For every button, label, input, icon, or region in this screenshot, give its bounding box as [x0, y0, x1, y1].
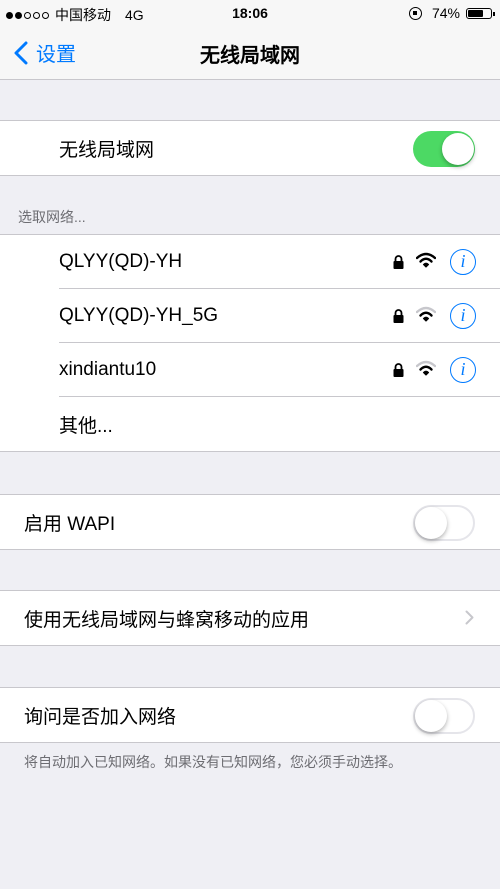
wifi-toggle-label: 无线局域网	[59, 139, 155, 161]
networks-list: QLYY(QD)-YH i QLYY(QD)-YH_5G i xindiantu…	[0, 234, 500, 452]
network-name: xindiantu10	[59, 359, 157, 380]
ask-join-group: 询问是否加入网络	[0, 687, 500, 743]
wifi-toggle-row: 无线局域网	[0, 121, 500, 175]
navigation-bar: 设置 无线局域网	[0, 26, 500, 80]
ask-join-footer: 将自动加入已知网络。如果没有已知网络，您必须手动选择。	[24, 754, 402, 770]
network-info-button[interactable]: i	[450, 303, 476, 329]
wifi-switch[interactable]	[413, 131, 475, 167]
wapi-switch[interactable]	[413, 505, 475, 541]
battery-icon	[466, 7, 495, 19]
rotation-lock-icon	[408, 6, 422, 20]
chevron-right-icon	[465, 610, 474, 625]
status-right: 74%	[408, 5, 495, 21]
apps-using-wlan-label: 使用无线局域网与蜂窝移动的应用	[24, 609, 310, 631]
lock-icon	[393, 255, 404, 269]
apps-group: 使用无线局域网与蜂窝移动的应用	[0, 590, 500, 646]
status-bar: 中国移动 4G 18:06 74%	[0, 0, 500, 26]
wapi-label: 启用 WAPI	[24, 513, 116, 535]
wapi-group: 启用 WAPI	[0, 494, 500, 550]
lock-icon	[393, 309, 404, 323]
battery-percent: 74%	[431, 5, 460, 21]
network-name: QLYY(QD)-YH_5G	[59, 305, 219, 326]
wifi-toggle-group: 无线局域网	[0, 120, 500, 176]
network-row[interactable]: QLYY(QD)-YH i	[0, 235, 500, 289]
network-info-button[interactable]: i	[450, 357, 476, 383]
network-row[interactable]: QLYY(QD)-YH_5G i	[0, 289, 500, 343]
wifi-signal-icon	[416, 252, 436, 268]
network-info-button[interactable]: i	[450, 249, 476, 275]
lock-icon	[393, 363, 404, 377]
ask-join-switch[interactable]	[413, 698, 475, 734]
other-network-row[interactable]: 其他...	[0, 397, 500, 451]
apps-using-wlan-row[interactable]: 使用无线局域网与蜂窝移动的应用	[0, 591, 500, 645]
network-name: QLYY(QD)-YH	[59, 251, 183, 272]
page-title: 无线局域网	[200, 45, 300, 67]
network-row[interactable]: xindiantu10 i	[0, 343, 500, 397]
wapi-row: 启用 WAPI	[0, 495, 500, 549]
other-network-label: 其他...	[59, 415, 113, 437]
networks-section-header: 选取网络...	[18, 209, 86, 225]
ask-join-label: 询问是否加入网络	[24, 706, 177, 728]
wifi-signal-icon	[416, 360, 436, 376]
ask-join-row: 询问是否加入网络	[0, 688, 500, 742]
wifi-signal-icon	[416, 306, 436, 322]
